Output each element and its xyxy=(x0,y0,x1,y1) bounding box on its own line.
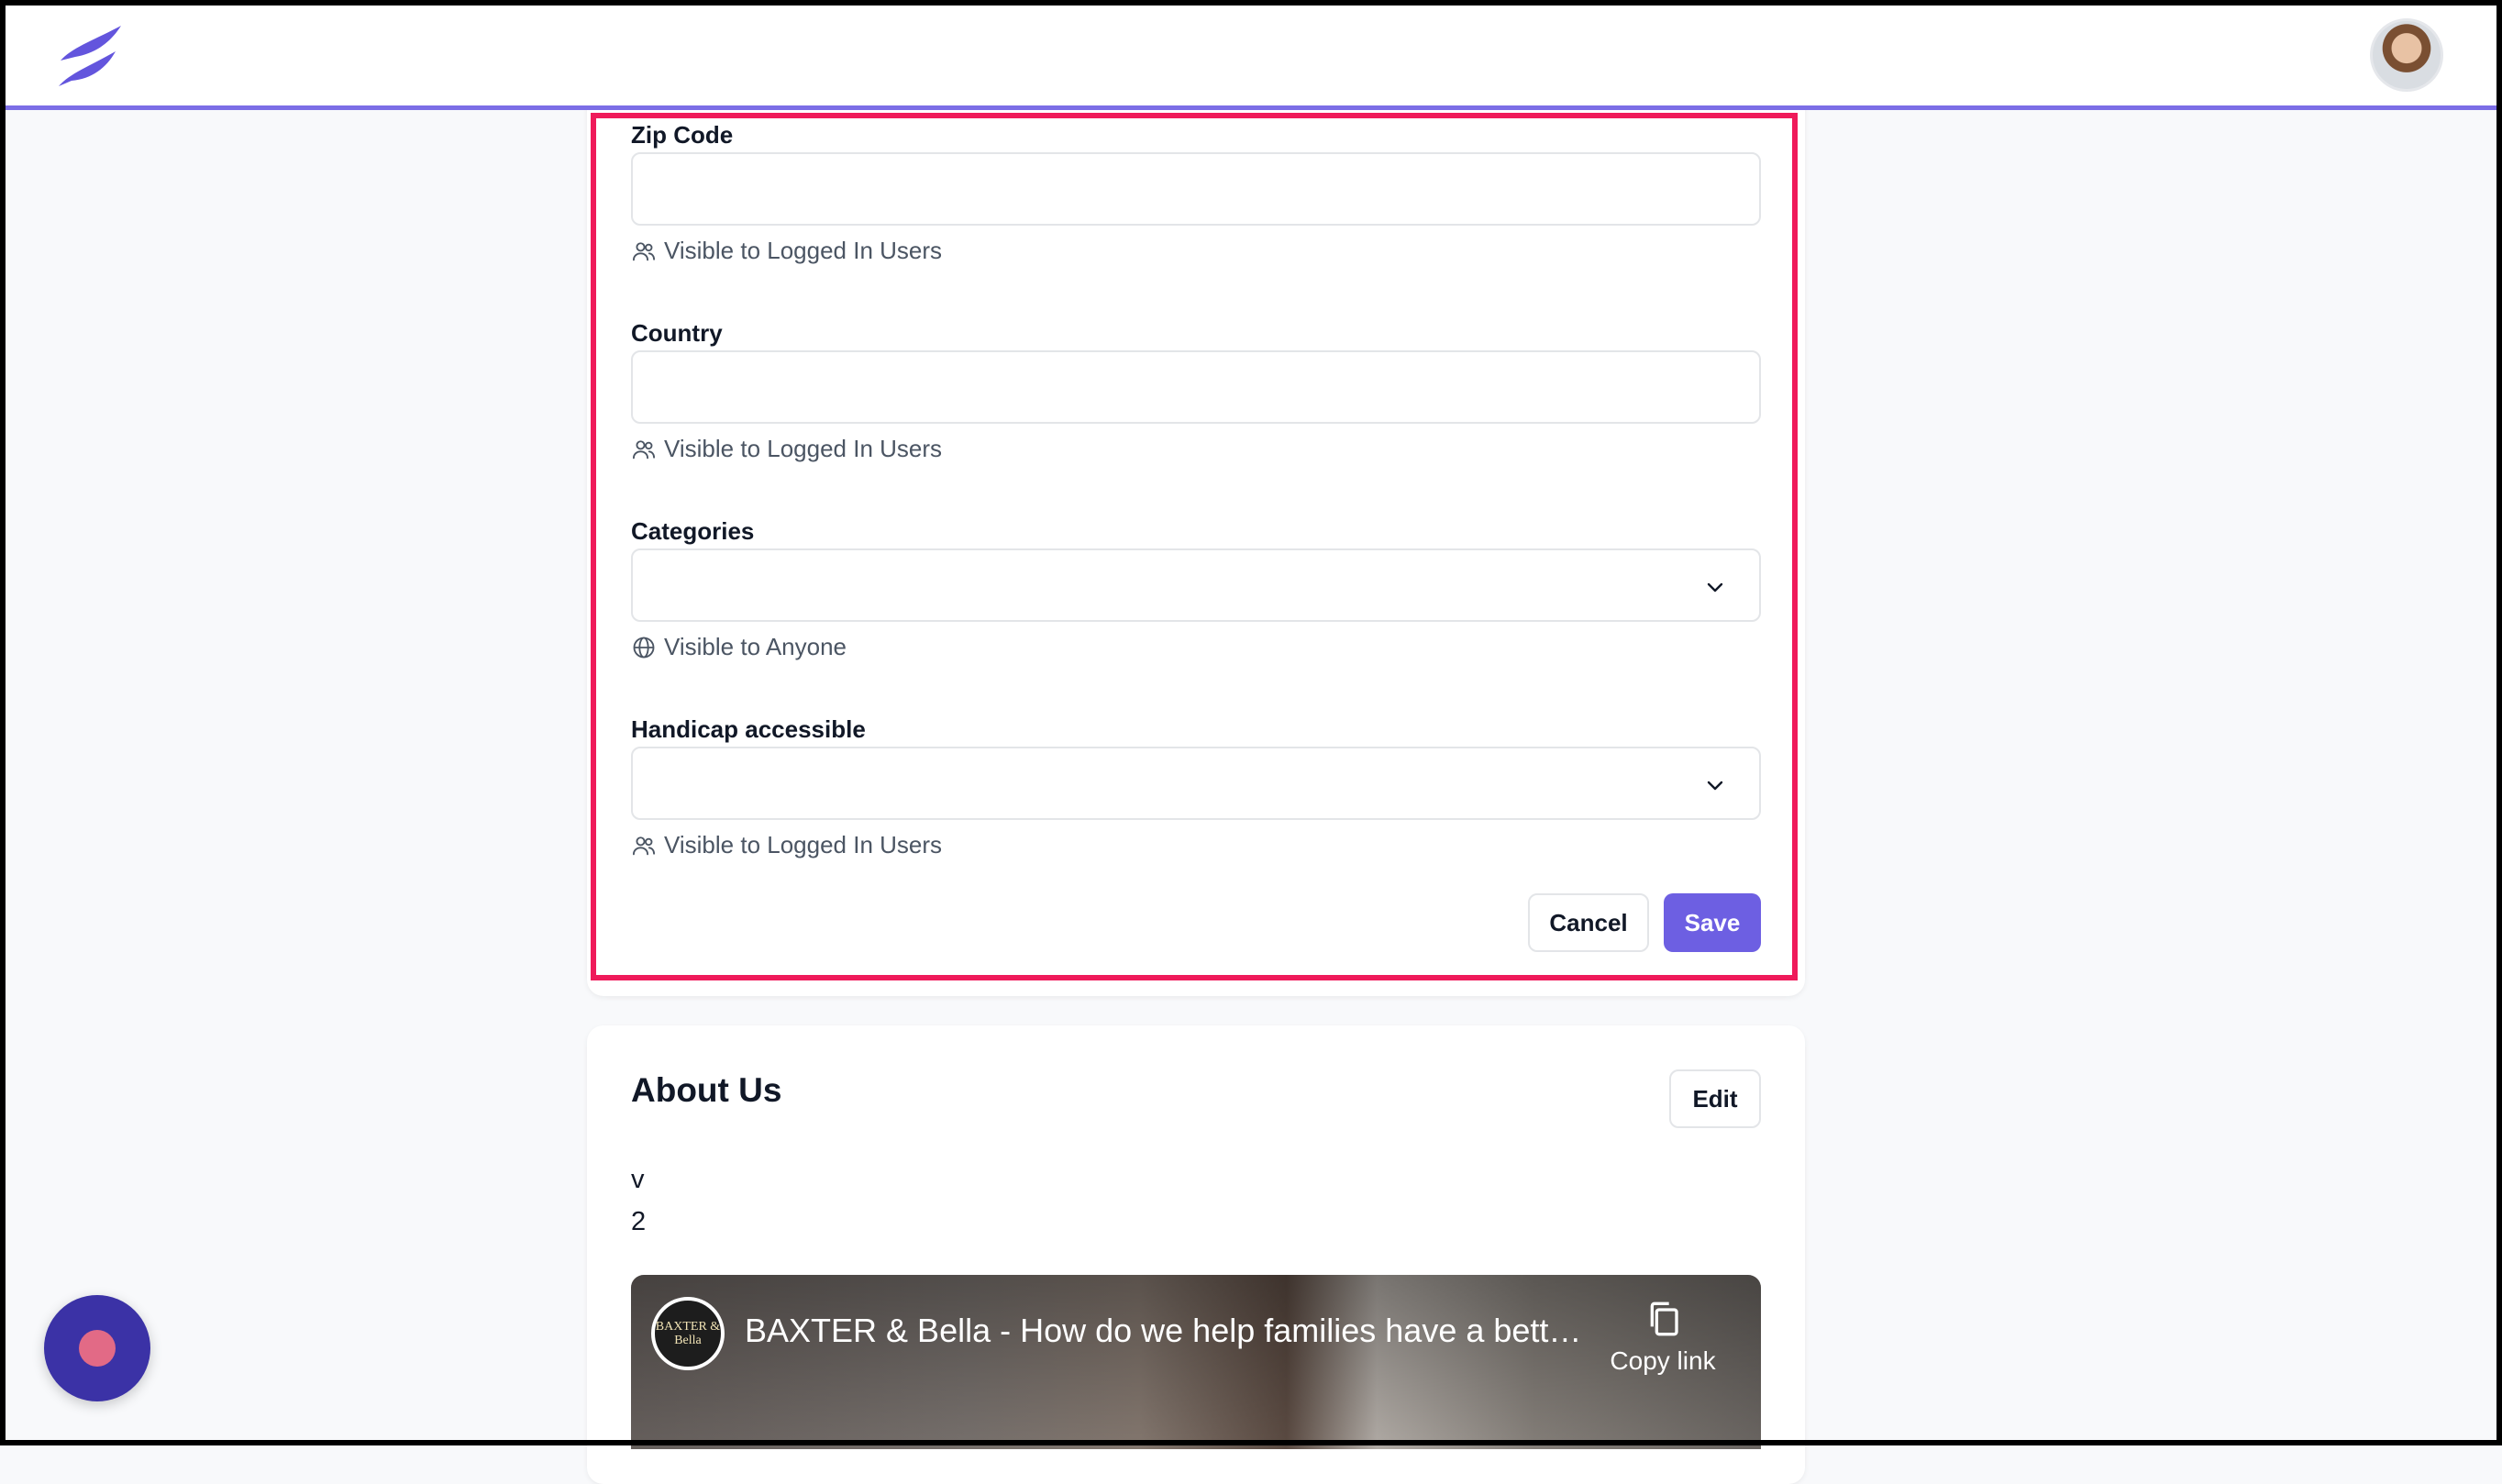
copy-link-label: Copy link xyxy=(1610,1346,1716,1375)
video-title[interactable]: BAXTER & Bella - How do we help families… xyxy=(745,1312,1589,1350)
embedded-video[interactable]: BAXTER & Bella BAXTER & Bella - How do w… xyxy=(631,1275,1761,1449)
copy-link-button[interactable]: Copy link xyxy=(1603,1299,1722,1376)
edit-about-button[interactable]: Edit xyxy=(1669,1069,1761,1128)
about-text-line: v xyxy=(631,1165,645,1194)
video-thumbnail xyxy=(631,1275,1761,1449)
user-avatar[interactable] xyxy=(2370,18,2443,92)
floating-action-button[interactable] xyxy=(44,1295,150,1401)
copy-icon xyxy=(1650,1301,1678,1336)
leaf-logo-icon[interactable] xyxy=(53,20,127,90)
record-icon xyxy=(79,1330,116,1367)
top-navigation-bar xyxy=(0,0,2502,110)
about-text-line: 2 xyxy=(631,1207,647,1236)
channel-avatar[interactable]: BAXTER & Bella xyxy=(651,1297,725,1370)
highlight-box xyxy=(591,113,1798,980)
about-us-title: About Us xyxy=(631,1071,782,1109)
